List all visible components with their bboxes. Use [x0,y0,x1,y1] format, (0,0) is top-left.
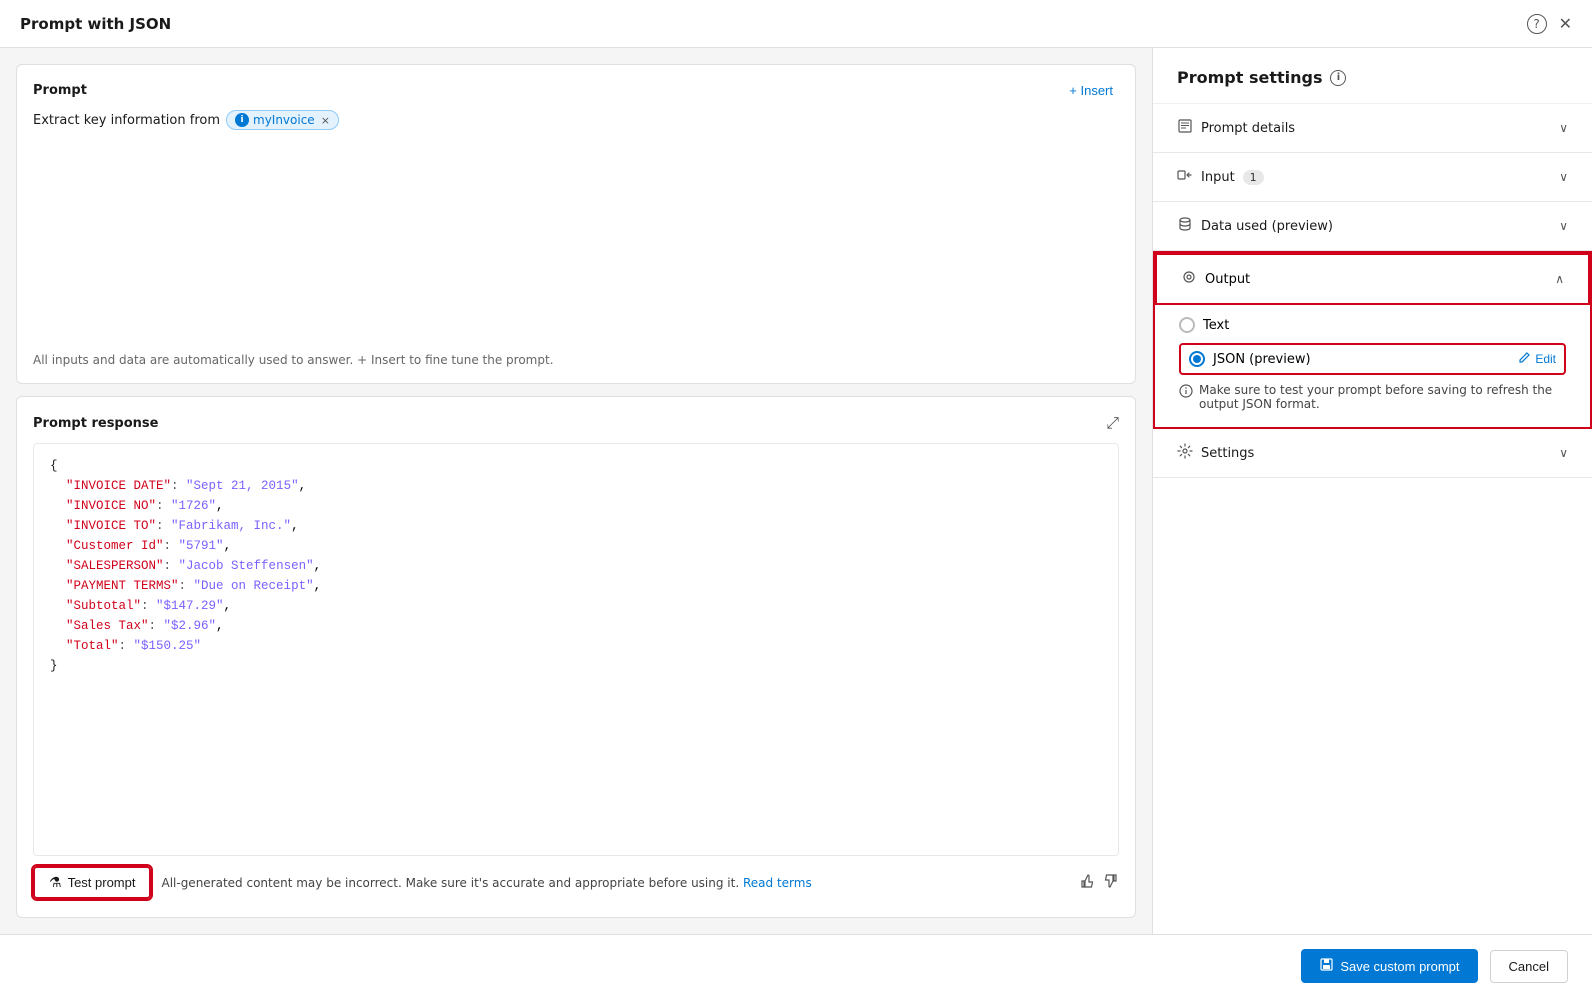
accordion-left: Output [1181,269,1250,289]
accordion-left: Data used (preview) [1177,216,1333,236]
text-radio-label: Text [1203,318,1229,333]
output-label: Output [1205,272,1250,287]
json-option-left: JSON (preview) [1189,351,1311,367]
response-card: Prompt response ⤢ { "INVOICE DATE": "Sep… [16,396,1136,918]
json-line-8: "Sales Tax": "$2.96", [66,619,224,633]
json-line-6: "PAYMENT TERMS": "Due on Receipt", [66,579,321,593]
data-used-icon [1177,216,1193,236]
input-chevron: ∨ [1559,170,1568,184]
text-radio-option[interactable]: Text [1179,317,1566,333]
page-footer: Save custom prompt Cancel [0,934,1592,997]
test-prompt-button[interactable]: ⚗ Test prompt [33,866,151,899]
edit-label: Edit [1535,352,1556,366]
cancel-button[interactable]: Cancel [1490,950,1568,983]
prompt-hint: All inputs and data are automatically us… [33,353,1119,367]
title-bar-actions: ? ✕ [1527,14,1572,34]
accordion-output: Output ∧ Text JSON (preview) [1153,251,1592,429]
settings-info-icon[interactable]: i [1330,70,1346,86]
prompt-card: Prompt + Insert Extract key information … [16,64,1136,384]
variable-chip-remove[interactable]: × [321,114,330,127]
input-badge: 1 [1243,170,1264,185]
accordion-output-header[interactable]: Output ∧ [1155,253,1590,305]
settings-title: Prompt settings [1177,68,1322,87]
right-panel-header: Prompt settings i [1153,48,1592,104]
right-panel: Prompt settings i Prompt details ∨ [1152,48,1592,934]
prompt-text-line: Extract key information from i myInvoice… [33,110,1119,130]
save-button[interactable]: Save custom prompt [1301,949,1477,983]
edit-icon [1518,351,1531,367]
bottom-bar: ⚗ Test prompt All-generated content may … [33,856,1119,901]
accordion-left: Input 1 [1177,167,1264,187]
test-prompt-label: Test prompt [68,875,136,890]
input-icon [1177,167,1193,187]
settings-label: Settings [1201,446,1254,461]
accordion-settings: Settings ∨ [1153,429,1592,478]
variable-chip[interactable]: i myInvoice × [226,110,339,130]
help-icon[interactable]: ? [1527,14,1547,34]
json-line-9: "Total": "$150.25" [66,639,201,653]
prompt-static-text: Extract key information from [33,113,220,128]
save-label: Save custom prompt [1340,959,1459,974]
prompt-content-area: Extract key information from i myInvoice… [33,110,1119,367]
bottom-disclaimer: All-generated content may be incorrect. … [161,876,1069,890]
accordion-left: Settings [1177,443,1254,463]
response-header: Prompt response ⤢ [33,413,1119,433]
output-content: Text JSON (preview) Edit [1155,305,1590,427]
json-line-3: "INVOICE TO": "Fabrikam, Inc.", [66,519,299,533]
json-radio-label: JSON (preview) [1213,352,1311,367]
prompt-details-icon [1177,118,1193,138]
dialog-title: Prompt with JSON [20,15,171,33]
accordion-data-used-header[interactable]: Data used (preview) ∨ [1153,202,1592,250]
prompt-hint-text: All inputs and data are automatically us… [33,353,554,367]
json-close-brace: } [50,659,58,673]
variable-chip-icon: i [235,113,249,127]
output-note-text: Make sure to test your prompt before sav… [1199,383,1566,411]
test-prompt-icon: ⚗ [49,874,62,891]
response-label: Prompt response [33,416,158,431]
output-icon [1181,269,1197,289]
text-radio-circle [1179,317,1195,333]
json-line-7: "Subtotal": "$147.29", [66,599,231,613]
note-icon [1179,384,1193,401]
json-line-4: "Customer Id": "5791", [66,539,231,553]
json-display: { "INVOICE DATE": "Sept 21, 2015", "INVO… [33,443,1119,856]
json-line-2: "INVOICE NO": "1726", [66,499,224,513]
read-terms-link[interactable]: Read terms [743,876,812,890]
accordion-input: Input 1 ∨ [1153,153,1592,202]
data-used-label: Data used (preview) [1201,219,1333,234]
output-note: Make sure to test your prompt before sav… [1179,383,1566,411]
prompt-label: Prompt [33,83,87,98]
main-layout: Prompt + Insert Extract key information … [0,48,1592,934]
prompt-details-chevron: ∨ [1559,121,1568,135]
input-label: Input [1201,170,1235,185]
save-icon [1319,957,1334,975]
close-icon[interactable]: ✕ [1559,16,1572,32]
accordion-prompt-details: Prompt details ∨ [1153,104,1592,153]
thumbs-down-icon[interactable] [1103,873,1119,893]
expand-icon[interactable]: ⤢ [1106,413,1119,433]
settings-chevron: ∨ [1559,446,1568,460]
json-radio-circle[interactable] [1189,351,1205,367]
accordion-data-used: Data used (preview) ∨ [1153,202,1592,251]
insert-button[interactable]: + Insert [1063,81,1119,100]
output-chevron: ∧ [1555,272,1564,286]
edit-button[interactable]: Edit [1518,351,1556,367]
json-option-row: JSON (preview) Edit [1179,343,1566,375]
json-line-5: "SALESPERSON": "Jacob Steffensen", [66,559,321,573]
feedback-icons [1079,873,1119,893]
left-panel: Prompt + Insert Extract key information … [0,48,1152,934]
json-line-1: "INVOICE DATE": "Sept 21, 2015", [66,479,306,493]
prompt-card-header: Prompt + Insert [33,81,1119,100]
data-used-chevron: ∨ [1559,219,1568,233]
accordion-prompt-details-header[interactable]: Prompt details ∨ [1153,104,1592,152]
accordion-left: Prompt details [1177,118,1295,138]
thumbs-up-icon[interactable] [1079,873,1095,893]
variable-chip-name: myInvoice [253,113,315,127]
json-open-brace: { [50,459,58,473]
prompt-details-label: Prompt details [1201,121,1295,136]
accordion-settings-header[interactable]: Settings ∨ [1153,429,1592,477]
settings-icon [1177,443,1193,463]
title-bar: Prompt with JSON ? ✕ [0,0,1592,48]
accordion-input-header[interactable]: Input 1 ∨ [1153,153,1592,201]
